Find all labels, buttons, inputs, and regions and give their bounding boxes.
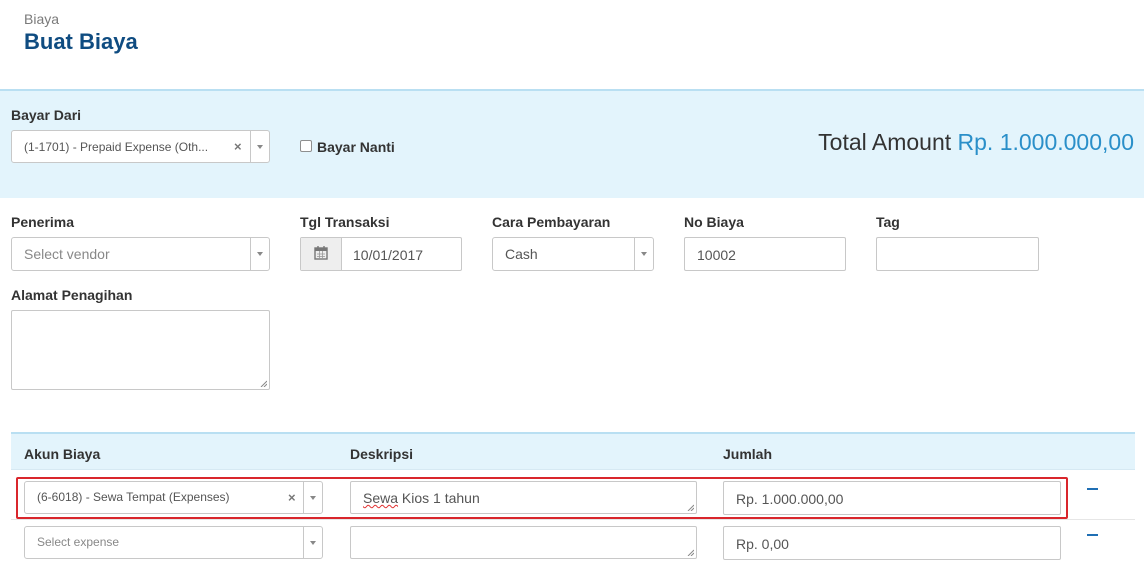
jumlah-field[interactable]: Rp. 0,00 xyxy=(723,526,1061,560)
alamat-penagihan-label: Alamat Penagihan xyxy=(11,287,133,303)
bayar-dari-select[interactable]: (1-1701) - Prepaid Expense (Oth... × xyxy=(11,130,270,163)
no-biaya-field[interactable]: 10002 xyxy=(684,237,846,271)
bayar-nanti-label: Bayar Nanti xyxy=(317,139,395,155)
tgl-transaksi-label: Tgl Transaksi xyxy=(300,214,390,230)
cara-pembayaran-select[interactable]: Cash xyxy=(492,237,654,271)
chevron-down-icon[interactable] xyxy=(303,482,322,513)
cara-pembayaran-label: Cara Pembayaran xyxy=(492,214,611,230)
remove-row-icon[interactable] xyxy=(1087,488,1098,490)
penerima-select[interactable]: Select vendor xyxy=(11,237,270,271)
akun-biaya-select[interactable]: (6-6018) - Sewa Tempat (Expenses) × xyxy=(24,481,323,514)
col-akun-biaya: Akun Biaya xyxy=(24,446,101,462)
resize-handle-icon[interactable] xyxy=(687,504,694,511)
deskripsi-rest: Kios 1 tahun xyxy=(398,490,480,506)
no-biaya-label: No Biaya xyxy=(684,214,744,230)
clear-icon[interactable]: × xyxy=(234,139,242,154)
resize-handle-icon[interactable] xyxy=(687,549,694,556)
remove-row-icon[interactable] xyxy=(1087,534,1098,536)
alamat-penagihan-textarea[interactable] xyxy=(11,310,270,390)
deskripsi-textarea[interactable] xyxy=(350,526,697,559)
deskripsi-text: Sewa Kios 1 tahun xyxy=(363,490,480,506)
page-header: Biaya Buat Biaya xyxy=(0,0,1144,89)
akun-biaya-value: (6-6018) - Sewa Tempat (Expenses) xyxy=(37,490,230,504)
total-amount-value: Rp. 1.000.000,00 xyxy=(957,129,1134,155)
resize-handle-icon[interactable] xyxy=(260,380,267,387)
table-header: Akun Biaya Deskripsi Jumlah xyxy=(11,432,1135,470)
jumlah-value: Rp. 0,00 xyxy=(736,536,789,552)
breadcrumb[interactable]: Biaya xyxy=(24,11,59,27)
cara-pembayaran-value: Cash xyxy=(505,246,538,262)
akun-biaya-select[interactable]: Select expense xyxy=(24,526,323,559)
bayar-nanti-checkbox[interactable] xyxy=(300,140,312,152)
chevron-down-icon[interactable] xyxy=(634,238,653,270)
row-divider xyxy=(11,519,1135,520)
tag-field[interactable] xyxy=(876,237,1039,271)
calendar-icon[interactable] xyxy=(301,238,342,270)
bayar-dari-value: (1-1701) - Prepaid Expense (Oth... xyxy=(24,140,209,154)
bayar-dari-label: Bayar Dari xyxy=(11,107,82,123)
chevron-down-icon[interactable] xyxy=(250,238,269,270)
tgl-transaksi-value: 10/01/2017 xyxy=(353,247,424,263)
penerima-placeholder: Select vendor xyxy=(24,246,110,262)
total-amount: Total Amount Rp. 1.000.000,00 xyxy=(818,129,1134,156)
penerima-label: Penerima xyxy=(11,214,75,230)
tag-label: Tag xyxy=(876,214,900,230)
page-title: Buat Biaya xyxy=(24,29,138,54)
deskripsi-textarea[interactable]: Sewa Kios 1 tahun xyxy=(350,481,697,514)
total-amount-label: Total Amount xyxy=(818,129,952,155)
col-jumlah: Jumlah xyxy=(723,446,773,462)
no-biaya-value: 10002 xyxy=(697,247,736,263)
col-deskripsi: Deskripsi xyxy=(350,446,414,462)
tgl-transaksi-field[interactable]: 10/01/2017 xyxy=(300,237,462,271)
chevron-down-icon[interactable] xyxy=(303,527,322,558)
akun-biaya-placeholder: Select expense xyxy=(37,535,120,549)
chevron-down-icon[interactable] xyxy=(250,131,269,162)
jumlah-field[interactable]: Rp. 1.000.000,00 xyxy=(723,481,1061,515)
jumlah-value: Rp. 1.000.000,00 xyxy=(736,491,844,507)
deskripsi-misspelled-word: Sewa xyxy=(363,490,399,506)
clear-icon[interactable]: × xyxy=(288,490,296,505)
